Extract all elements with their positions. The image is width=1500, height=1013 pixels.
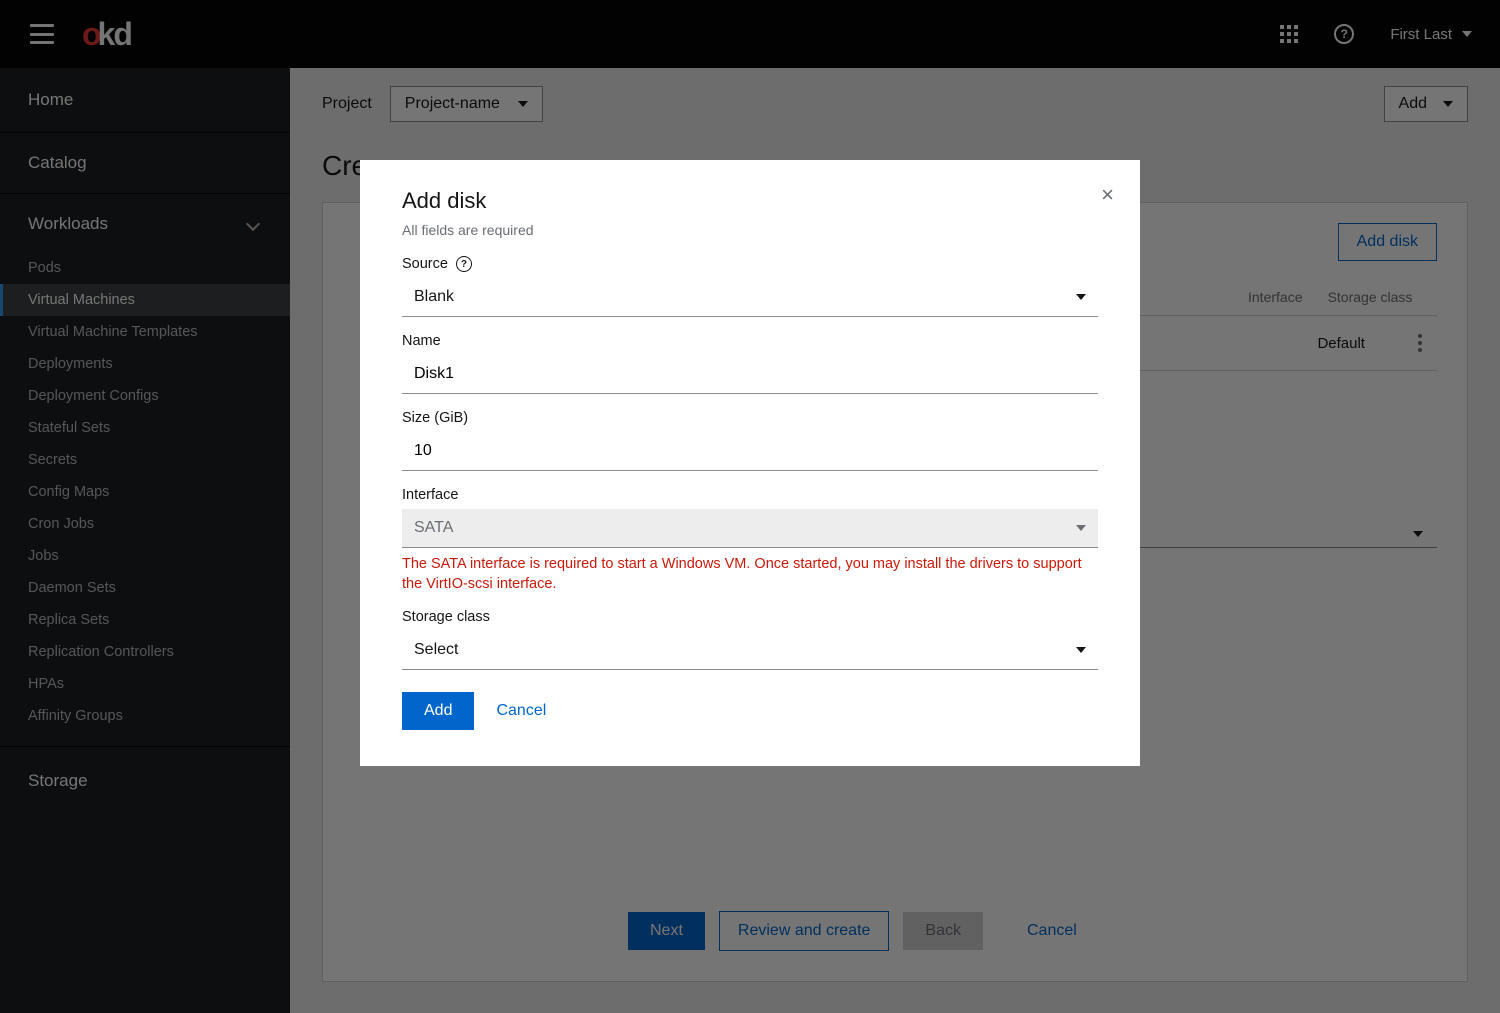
modal-actions: Add Cancel: [402, 692, 1098, 730]
storage-class-label: Storage class: [402, 609, 1098, 625]
name-input[interactable]: [414, 365, 1086, 383]
source-label: Source ?: [402, 256, 1098, 272]
add-disk-modal: × Add disk All fields are required Sourc…: [360, 160, 1140, 766]
size-field-wrapper: [402, 432, 1098, 471]
storage-class-value: Select: [414, 641, 458, 659]
close-icon[interactable]: ×: [1101, 182, 1114, 208]
interface-label: Interface: [402, 487, 1098, 503]
source-select[interactable]: Blank: [402, 278, 1098, 317]
modal-title: Add disk: [402, 188, 1098, 214]
caret-down-icon: [1076, 525, 1086, 531]
interface-select: SATA: [402, 509, 1098, 548]
help-icon[interactable]: ?: [456, 256, 472, 272]
modal-add-button[interactable]: Add: [402, 692, 474, 730]
size-label: Size (GiB): [402, 410, 1098, 426]
source-value: Blank: [414, 288, 454, 306]
name-label: Name: [402, 333, 1098, 349]
caret-down-icon: [1076, 647, 1086, 653]
modal-cancel-button[interactable]: Cancel: [496, 702, 546, 720]
name-field-wrapper: [402, 355, 1098, 394]
interface-value: SATA: [414, 519, 453, 537]
source-label-text: Source: [402, 256, 448, 272]
size-input[interactable]: [414, 442, 1086, 460]
caret-down-icon: [1076, 294, 1086, 300]
modal-subtitle: All fields are required: [402, 222, 1098, 238]
interface-warning: The SATA interface is required to start …: [402, 554, 1098, 595]
storage-class-select[interactable]: Select: [402, 631, 1098, 670]
